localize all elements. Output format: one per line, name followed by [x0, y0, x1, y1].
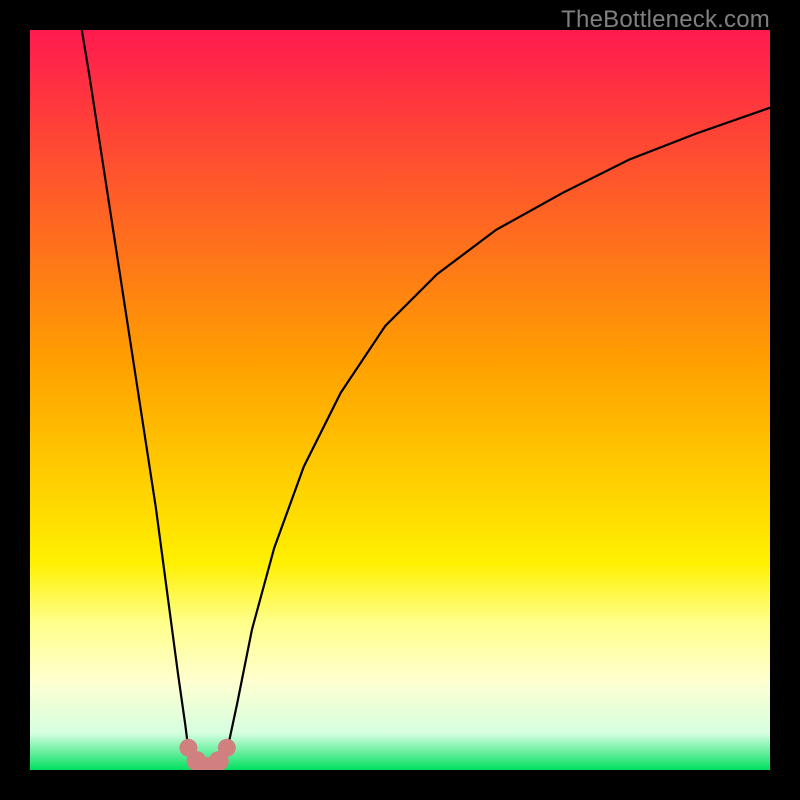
bottleneck-chart — [30, 30, 770, 770]
chart-area — [30, 30, 770, 770]
gradient-background — [30, 30, 770, 770]
valley-marker — [218, 739, 236, 757]
